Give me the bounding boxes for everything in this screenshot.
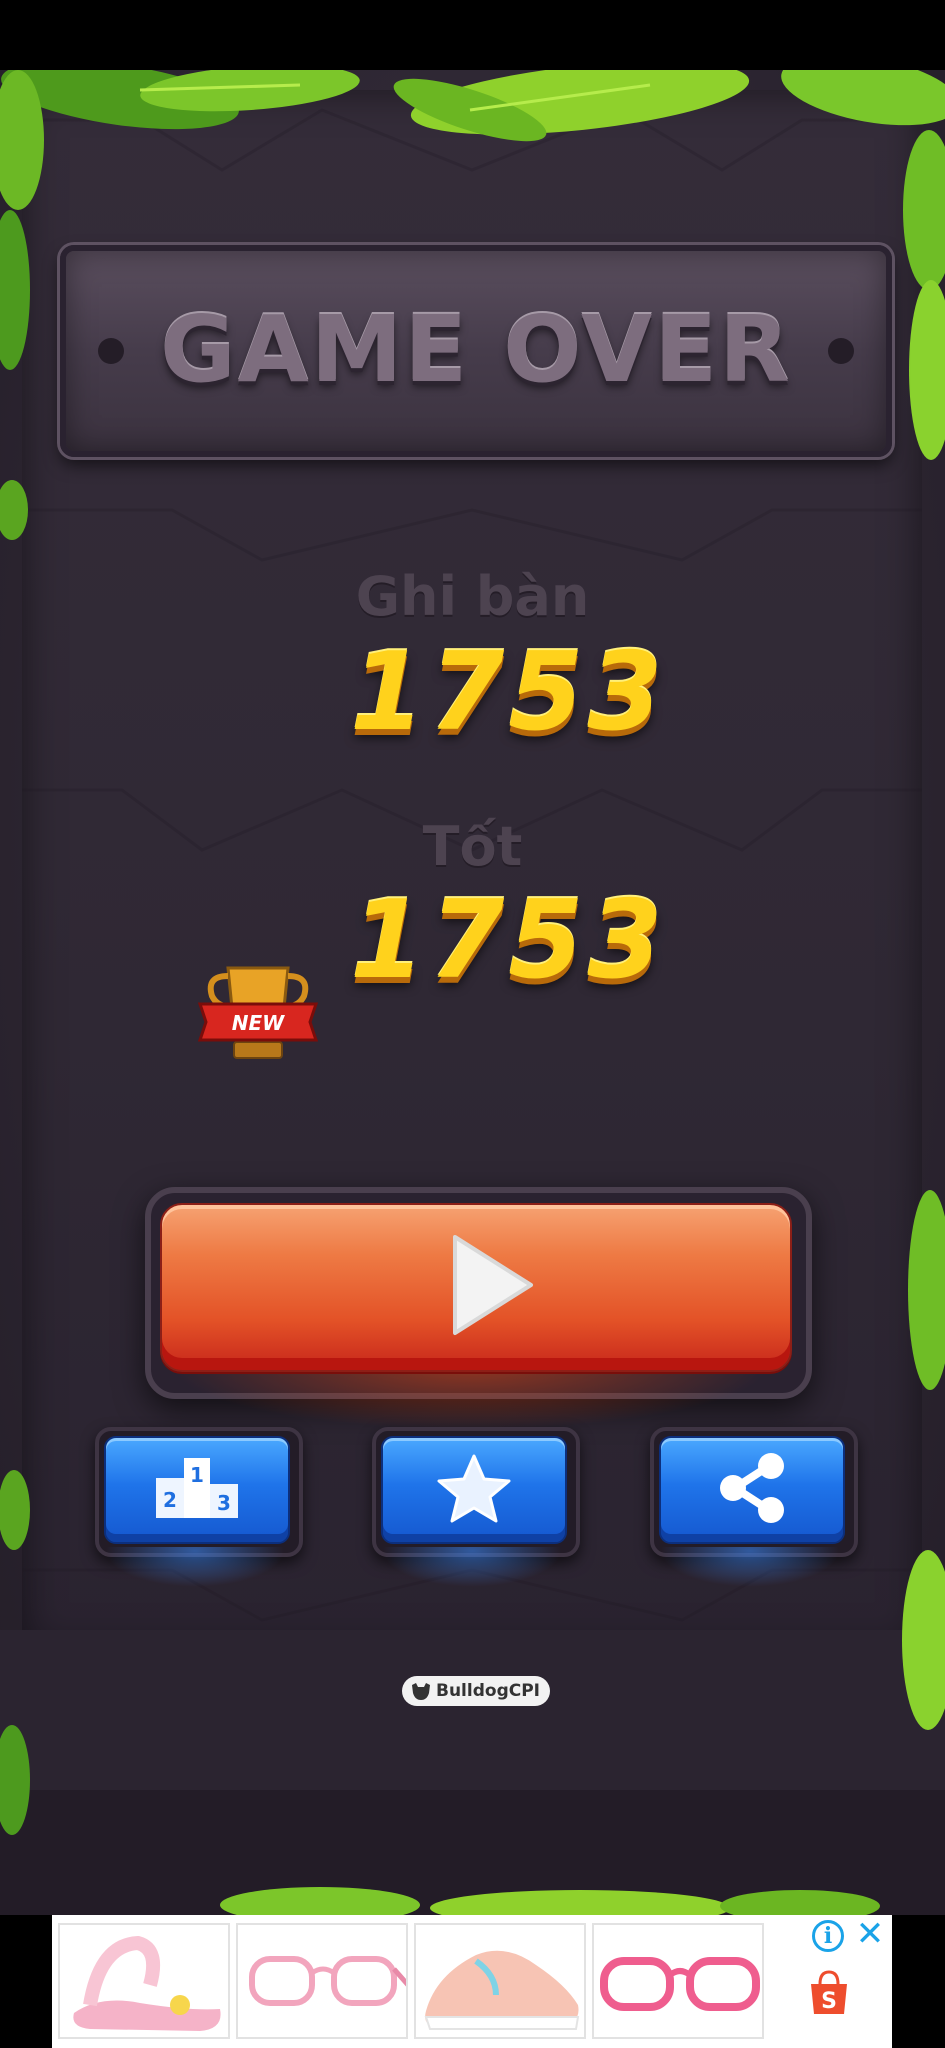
score-label: Ghi bàn <box>355 565 590 628</box>
ad-product-sandal[interactable] <box>58 1923 230 2039</box>
ad-product-glasses-2[interactable] <box>592 1923 764 2039</box>
play-button[interactable] <box>160 1203 792 1372</box>
glasses-image-1 <box>249 1956 406 2006</box>
trophy-icon: NEW <box>198 966 318 1059</box>
leaves-left-lower-decoration <box>0 1470 30 1835</box>
new-badge-text: NEW <box>232 1011 285 1035</box>
watermark-text: BulldogCPI <box>436 1681 540 1701</box>
ad-banner[interactable] <box>0 1915 945 2048</box>
rate-button[interactable] <box>381 1436 567 1544</box>
leaderboard-glow <box>105 1547 285 1587</box>
game-over-panel: GAME OVER Ghi bàn 1753 Tốt NEW 1753 1 2 … <box>0 70 945 1915</box>
score-value: 1753 <box>350 630 667 755</box>
svg-text:2: 2 <box>163 1488 177 1512</box>
best-value: 1753 <box>350 878 667 1003</box>
share-button[interactable] <box>659 1436 845 1544</box>
status-bar <box>0 0 945 70</box>
ad-product-glasses-1[interactable] <box>236 1923 408 2039</box>
share-icon <box>720 1453 784 1523</box>
leaves-top-decoration <box>1 70 945 142</box>
shopee-letter: S <box>821 1989 837 2014</box>
ad-close-icon[interactable]: ✕ <box>852 1916 888 1952</box>
share-glow <box>660 1547 840 1587</box>
ad-product-sneaker[interactable] <box>414 1923 586 2039</box>
ad-content[interactable] <box>52 1915 892 2048</box>
play-icon <box>453 1235 533 1335</box>
svg-text:3: 3 <box>217 1491 231 1515</box>
podium-icon: 1 2 3 <box>156 1458 238 1518</box>
leaves-bottom-decoration <box>220 1887 880 1915</box>
best-label: Tốt <box>422 815 523 878</box>
ad-info-icon[interactable]: i <box>812 1920 844 1952</box>
game-screen: GAME OVER Ghi bàn 1753 Tốt NEW 1753 1 2 … <box>0 0 945 2048</box>
game-over-title: GAME OVER <box>160 296 792 403</box>
star-icon <box>437 1454 511 1523</box>
bulldog-icon <box>412 1683 430 1700</box>
rate-glow <box>382 1547 562 1587</box>
leaves-right-decoration <box>903 130 945 460</box>
title-plate: GAME OVER <box>60 245 892 457</box>
leaves-right-lower-decoration <box>902 1190 945 1730</box>
leaderboard-button[interactable]: 1 2 3 <box>104 1436 290 1544</box>
watermark-badge: BulldogCPI <box>402 1676 550 1706</box>
sandal-image <box>73 1935 221 2031</box>
shopee-icon[interactable]: S <box>808 1970 850 2016</box>
svg-text:1: 1 <box>190 1463 204 1487</box>
glasses-image-2 <box>600 1957 760 2011</box>
sneaker-image <box>424 1950 580 2030</box>
